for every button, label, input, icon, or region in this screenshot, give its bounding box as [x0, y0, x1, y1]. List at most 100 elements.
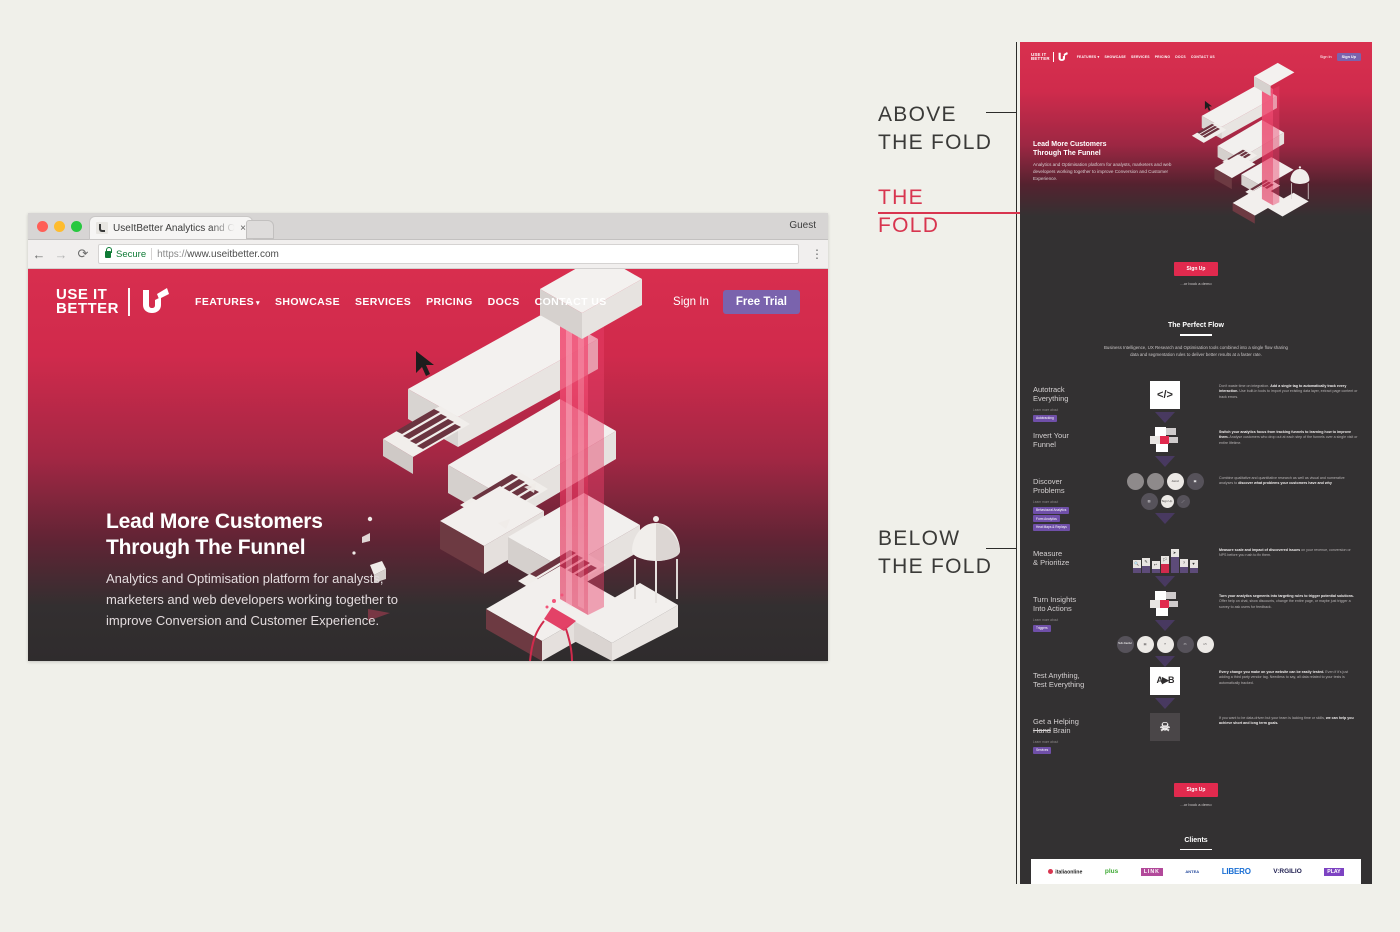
- thumb-hero-title-line-1: Lead More Customers: [1033, 141, 1107, 148]
- browser-window: UseItBetter Analytics and Opti × Guest ←…: [28, 213, 828, 661]
- forward-icon[interactable]: →: [50, 247, 72, 262]
- thumb-nav-contact[interactable]: CONTACT US: [1191, 55, 1215, 59]
- address-bar[interactable]: Secure https://www.useitbetter.com: [98, 244, 799, 264]
- thumb-tag-heat-maps-replays[interactable]: Heat Maps & Replays: [1033, 523, 1070, 531]
- thumb-feature-desc: Every change you make on your website ca…: [1219, 670, 1359, 686]
- thumb-feature-title: Autotrack Everything: [1033, 385, 1111, 404]
- bubble-joind-icon: Joind: [1166, 472, 1184, 490]
- bubble-code-icon: </>: [1196, 635, 1214, 653]
- thumb-icon-stack: Hello Davide! ▤ ? ▭ </>: [1111, 590, 1219, 667]
- thumb-hero-copy: Lead More Customers Through The Funnel A…: [1033, 140, 1183, 183]
- reload-icon[interactable]: ⟳: [72, 246, 94, 262]
- thumb-nav-showcase[interactable]: SHOWCASE: [1104, 55, 1126, 59]
- client-logo-plus: plus: [1104, 868, 1119, 876]
- thumb-icon-stack: ☠: [1111, 712, 1219, 741]
- client-logo-play: PLAY: [1324, 867, 1344, 876]
- nav-item-pricing[interactable]: PRICING: [426, 296, 473, 308]
- client-logo-antea: ANTEA: [1185, 869, 1200, 875]
- url-scheme: https://: [157, 248, 188, 260]
- nav-item-features[interactable]: FEATURES ▾: [195, 296, 260, 308]
- profile-label[interactable]: Guest: [789, 220, 816, 231]
- site-logo[interactable]: USE IT BETTER: [56, 287, 169, 316]
- thumb-feature-heading: Invert Your Funnel: [1033, 427, 1111, 450]
- thumb-feature-row: Discover Problems Learn more about Behav…: [1020, 472, 1372, 545]
- close-window-icon[interactable]: [37, 221, 48, 232]
- thumb-clients-logos: italiaonline plus LINK ANTEA LIBERO V:RG…: [1031, 859, 1361, 884]
- thumb-section-title: The Perfect Flow: [1167, 322, 1224, 329]
- annotation-above-line-2: THE FOLD: [878, 130, 993, 154]
- minimize-window-icon[interactable]: [54, 221, 65, 232]
- annotation-fold-line-1: THE: [878, 186, 924, 209]
- thumb-feature-desc-wrap: Switch your analytics focus from trackin…: [1219, 427, 1359, 446]
- bubble-message-icon: ▭: [1176, 635, 1194, 653]
- thumb-nav-services[interactable]: SERVICES: [1131, 55, 1150, 59]
- client-logo-virgilio: V:RGILIO: [1273, 868, 1302, 876]
- address-url: https://www.useitbetter.com: [157, 249, 279, 260]
- free-trial-button[interactable]: Free Trial: [722, 290, 800, 314]
- browser-titlebar: UseItBetter Analytics and Opti × Guest: [28, 213, 828, 240]
- measure-icon-4: ➤: [1170, 548, 1179, 557]
- thumb-feature-desc-wrap: Every change you make on your website ca…: [1219, 667, 1359, 686]
- thumb-sign-in-link[interactable]: Sign In: [1320, 55, 1332, 59]
- browser-menu-icon[interactable]: ⋮: [809, 248, 825, 260]
- thumb-feature-title: Get a Helping Hand Brain: [1033, 717, 1111, 736]
- thumb-nav-features[interactable]: FEATURES ▾: [1077, 55, 1100, 59]
- browser-tab[interactable]: UseItBetter Analytics and Opti ×: [90, 217, 252, 239]
- flow-arrow-icon: [1155, 411, 1175, 423]
- thumb-feature-heading: Test Anything, Test Everything: [1033, 667, 1111, 690]
- bubble-greeting-icon: Hello Davide!: [1116, 635, 1134, 653]
- thumb-feature-list: Autotrack Everything Learn more about Au…: [1020, 380, 1372, 759]
- thumb-hero-paragraph: Analytics and Optimisation platform for …: [1033, 162, 1172, 182]
- logo-divider: [128, 288, 130, 316]
- thumb-signup-cta-bottom[interactable]: Sign Up: [1173, 782, 1219, 797]
- thumb-book-demo-top[interactable]: ...or book a demo: [1020, 281, 1372, 286]
- logo-u-icon: [139, 288, 169, 316]
- thumb-logo-wordmark: USE IT BETTER: [1031, 52, 1050, 62]
- thumb-tag-form-analytics[interactable]: Form Analytics: [1033, 515, 1060, 523]
- thumb-cta-bottom: Sign Up ...or book a demo: [1020, 759, 1372, 807]
- thumb-tag-autotracking[interactable]: Autotracking: [1033, 414, 1057, 422]
- window-controls[interactable]: [37, 221, 82, 232]
- thumb-tag-behavioural-analytics[interactable]: Behavioural Analytics: [1033, 506, 1070, 514]
- flow-arrow-icon: [1155, 512, 1175, 524]
- thumb-feature-visual: ☠: [1111, 712, 1219, 741]
- sign-in-link[interactable]: Sign In: [673, 296, 709, 308]
- thumb-feature-visual: Hello Davide! ▤ ? ▭ </>: [1111, 590, 1219, 667]
- thumb-feature-visual: Joind ▣ ▥ Sign Up ⋰: [1111, 472, 1219, 524]
- thumb-nav-actions: Sign In Sign Up: [1320, 53, 1361, 61]
- back-icon[interactable]: ←: [28, 247, 50, 262]
- flow-arrow-icon: [1155, 455, 1175, 467]
- thumb-feature-tags: Autotracking: [1033, 414, 1111, 422]
- thumb-icon-stack: [1111, 426, 1219, 467]
- maximize-window-icon[interactable]: [71, 221, 82, 232]
- annotation-fold-line-2: FOLD: [878, 213, 940, 237]
- measure-icon-5: ?: [1180, 558, 1188, 567]
- thumb-signup-cta-top[interactable]: Sign Up: [1173, 262, 1219, 276]
- bar-chart-icon: 🔍 ✎ ↩ 🏳 ➤ ? ♥: [1132, 545, 1198, 573]
- thumb-cta-top: Sign Up ...or book a demo: [1020, 240, 1372, 286]
- nav-item-docs[interactable]: DOCS: [488, 296, 520, 308]
- thumb-nav-pricing[interactable]: PRICING: [1155, 55, 1171, 59]
- thumb-feature-tags: Behavioural Analytics Form Analytics Hea…: [1033, 506, 1111, 531]
- nav-item-showcase[interactable]: SHOWCASE: [275, 296, 340, 308]
- thumb-feature-title-line-2: Into Actions: [1033, 604, 1072, 614]
- thumb-logo[interactable]: USE IT BETTER: [1031, 52, 1068, 62]
- thumb-tag-triggers[interactable]: Triggers: [1033, 624, 1051, 632]
- thumb-feature-title-line-2: Test Everything: [1033, 680, 1085, 690]
- thumb-sign-up-button[interactable]: Sign Up: [1336, 53, 1361, 61]
- bubble-signup-icon: Sign Up: [1160, 494, 1174, 508]
- url-host: www.useitbetter.com: [187, 248, 279, 260]
- nav-item-contact-us[interactable]: CONTACT US: [535, 296, 607, 308]
- thumb-hero: USE IT BETTER FEATURES ▾ SHOWCASE SERVIC…: [1020, 42, 1372, 240]
- thumb-feature-row: Get a Helping Hand Brain Learn more abou…: [1020, 712, 1372, 759]
- thumb-nav-docs[interactable]: DOCS: [1175, 55, 1186, 59]
- thumb-tag-services[interactable]: Services: [1033, 746, 1052, 754]
- bubble-chart-icon: ▥: [1140, 492, 1158, 510]
- thumb-clients-section: Clients italiaonline plus LINK ANTEA LIB…: [1020, 837, 1372, 884]
- thumb-feature-desc: If you want to be data-driven but your t…: [1219, 716, 1359, 727]
- nav-item-services[interactable]: SERVICES: [355, 296, 411, 308]
- new-tab-button[interactable]: [246, 220, 274, 239]
- thumb-book-demo-bottom[interactable]: ...or book a demo: [1020, 802, 1372, 807]
- annotation-bracket-line: [1016, 42, 1017, 884]
- thumb-learn-more-label: Learn more about: [1033, 499, 1059, 504]
